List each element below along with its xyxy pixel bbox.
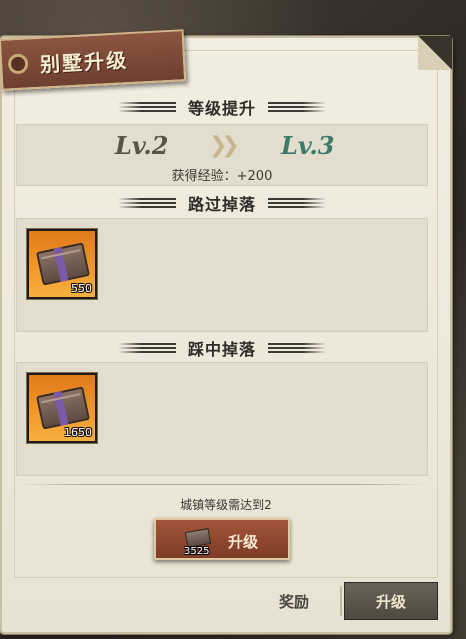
level-section-header: 等级提升 (16, 96, 428, 118)
crate-icon (184, 528, 212, 548)
step-drop-item[interactable]: 1650 (27, 373, 97, 443)
step-drop-header: 踩中掉落 (16, 337, 428, 359)
upgrade-cost: 3525 (184, 546, 210, 557)
header-dash-icon (268, 102, 326, 112)
crate-icon (35, 386, 91, 430)
bottom-tab-bar: 奖励 升级 (0, 582, 452, 620)
pass-drop-box: 550 (16, 218, 428, 332)
double-chevron-right-icon: ❯❯ (209, 133, 240, 158)
level-section-title: 等级提升 (187, 99, 256, 118)
header-dash-icon (268, 198, 326, 208)
divider (18, 484, 426, 485)
window-title: 别墅升级 (39, 47, 129, 77)
current-level: Lv.2 (115, 131, 169, 160)
header-dash-icon (117, 102, 176, 112)
upgrade-button[interactable]: 3525 升级 (154, 518, 290, 560)
header-dash-icon (268, 343, 326, 353)
next-level: Lv.3 (281, 131, 335, 160)
item-count: 1650 (64, 426, 92, 439)
level-row: Lv.2 ❯❯ Lv.3 获得经验：+200 (16, 124, 428, 186)
pass-drop-header: 路过掉落 (16, 192, 428, 214)
crate-icon (35, 242, 91, 286)
header-dash-icon (117, 198, 176, 208)
tab-separator (340, 586, 342, 616)
pin-icon (7, 53, 29, 75)
tab-upgrade[interactable]: 升级 (344, 582, 438, 620)
item-count: 550 (71, 282, 92, 295)
tab-reward[interactable]: 奖励 (252, 582, 336, 620)
pass-drop-item[interactable]: 550 (27, 229, 97, 299)
pass-drop-title: 路过掉落 (187, 195, 256, 214)
exp-gain: 获得经验：+200 (171, 169, 273, 184)
step-drop-title: 踩中掉落 (187, 340, 256, 359)
title-banner: 别墅升级 (0, 29, 187, 91)
town-level-requirement: 城镇等级需达到2 (180, 498, 272, 512)
upgrade-button-label: 升级 (228, 533, 259, 551)
header-dash-icon (117, 343, 176, 353)
step-drop-box: 1650 (16, 362, 428, 476)
